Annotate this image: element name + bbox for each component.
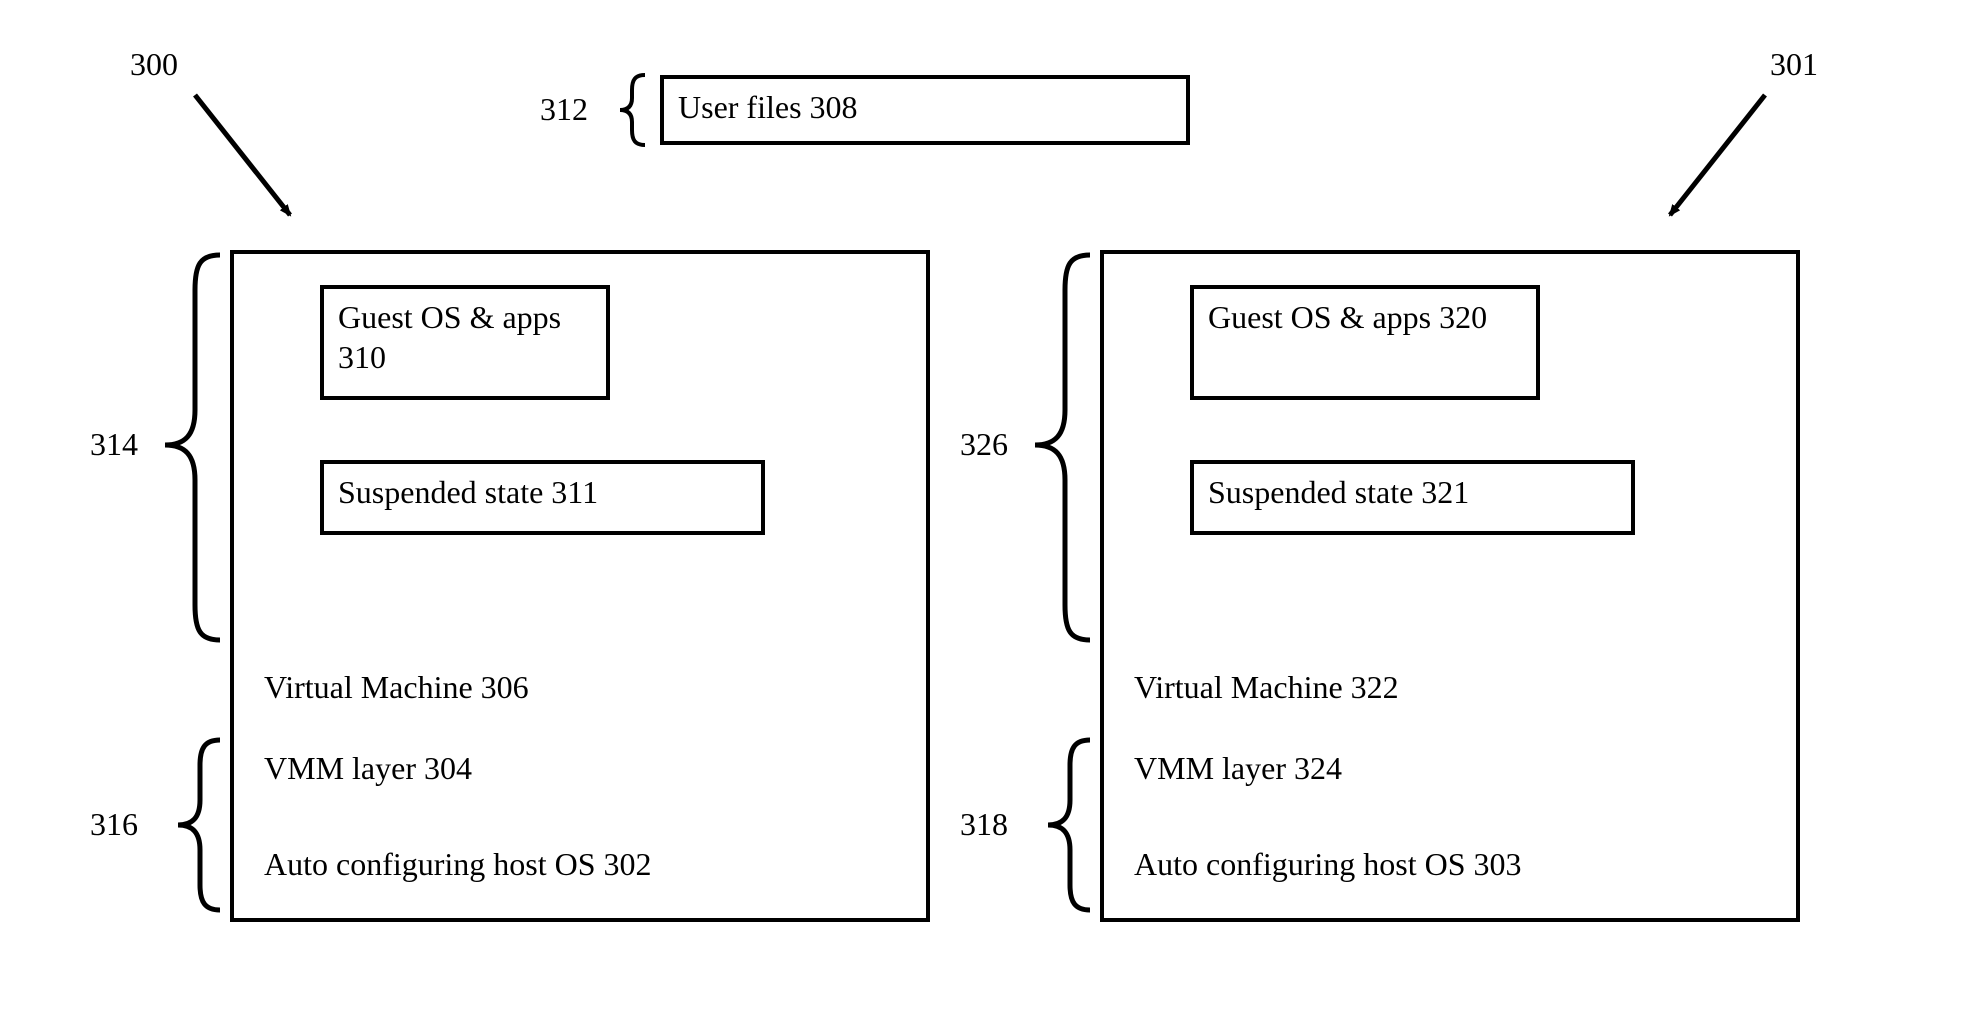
- box-suspended-left: Suspended state 311: [320, 460, 765, 535]
- ref-301: 301: [1770, 45, 1818, 83]
- text-user-files: User files 308: [678, 89, 858, 125]
- brace-318: [1048, 740, 1090, 910]
- arrow-301: [1670, 95, 1765, 215]
- ref-300: 300: [130, 45, 178, 83]
- text-vm-left: Virtual Machine 306: [264, 668, 529, 706]
- brace-314: [165, 255, 220, 640]
- text-vmm-right: VMM layer 324: [1134, 750, 1342, 786]
- box-host-os-right: Auto configuring host OS 303: [1100, 822, 1800, 922]
- box-host-os-left: Auto configuring host OS 302: [230, 822, 930, 922]
- arrow-300: [195, 95, 290, 215]
- text-host-os-right: Auto configuring host OS 303: [1134, 846, 1522, 882]
- ref-312: 312: [540, 90, 588, 128]
- brace-326: [1035, 255, 1090, 640]
- text-guest-os-right: Guest OS & apps 320: [1208, 299, 1487, 335]
- box-suspended-right: Suspended state 321: [1190, 460, 1635, 535]
- text-guest-os-left: Guest OS & apps 310: [338, 299, 561, 375]
- text-host-os-left: Auto configuring host OS 302: [264, 846, 652, 882]
- box-guest-os-right: Guest OS & apps 320: [1190, 285, 1540, 400]
- box-guest-os-left: Guest OS & apps 310: [320, 285, 610, 400]
- box-vmm-right: VMM layer 324: [1100, 726, 1800, 826]
- brace-316: [178, 740, 220, 910]
- text-suspended-left: Suspended state 311: [338, 474, 598, 510]
- diagram-canvas: 300 301 312 314 316 326 318 User files 3…: [0, 0, 1982, 1018]
- ref-318: 318: [960, 805, 1008, 843]
- brace-312: [620, 75, 645, 145]
- text-suspended-right: Suspended state 321: [1208, 474, 1469, 510]
- ref-326: 326: [960, 425, 1008, 463]
- text-vm-right: Virtual Machine 322: [1134, 668, 1399, 706]
- text-vmm-left: VMM layer 304: [264, 750, 472, 786]
- box-user-files: User files 308: [660, 75, 1190, 145]
- ref-314: 314: [90, 425, 138, 463]
- ref-316: 316: [90, 805, 138, 843]
- box-vmm-left: VMM layer 304: [230, 726, 930, 826]
